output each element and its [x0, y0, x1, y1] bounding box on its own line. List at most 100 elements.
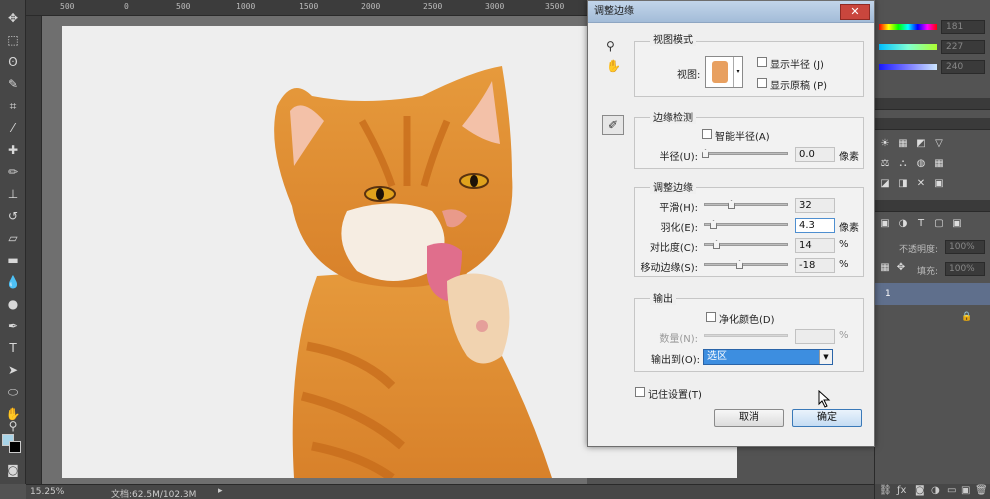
background-color-swatch[interactable]	[9, 441, 21, 453]
quick-select-tool-icon[interactable]: ✎	[4, 76, 22, 92]
eraser-tool-icon[interactable]: ▱	[4, 230, 22, 246]
zoom-level[interactable]: 15.25%	[30, 487, 64, 497]
layer-row-selected[interactable]: 1	[875, 283, 990, 305]
move-tool-icon[interactable]: ✥	[4, 10, 22, 26]
threshold-icon[interactable]: ✕	[915, 178, 927, 190]
radius-field[interactable]: 0.0	[795, 147, 835, 162]
right-panels: 181 227 240 ☀ ▦ ◩ ▽ ⚖ ⛬ ◍ ▦ ◪ ◨ ✕ ▣ ▣ ◑ …	[874, 0, 990, 499]
healing-tool-icon[interactable]: ✚	[4, 142, 22, 158]
ruler-tick: 2500	[423, 2, 443, 11]
chevron-down-icon[interactable]: ▾	[733, 57, 742, 87]
trash-icon[interactable]: 🗑	[975, 485, 988, 496]
layers-panel-header[interactable]	[875, 200, 990, 212]
panel-tab-bar[interactable]	[875, 118, 990, 130]
layer-filter-smart-icon[interactable]: ▣	[951, 218, 963, 230]
smooth-slider-track[interactable]	[704, 203, 788, 206]
channel-mixer-icon[interactable]: ◍	[915, 158, 927, 170]
quick-mask-icon[interactable]: ◙	[4, 462, 22, 478]
lock-icon: 🔒	[961, 312, 973, 322]
output-to-label: 输出到(O):	[650, 355, 700, 366]
levels-icon[interactable]: ▦	[897, 138, 909, 150]
exposure-icon[interactable]: ▽	[933, 138, 945, 150]
remember-settings-checkbox[interactable]	[635, 387, 645, 397]
shift-edge-label: 移动边缘(S):	[640, 263, 698, 274]
mask-icon[interactable]: ◙	[915, 485, 925, 496]
group-icon[interactable]: ▭	[947, 485, 956, 496]
zoom-icon[interactable]: ⚲	[606, 39, 615, 53]
close-button[interactable]: ✕	[840, 4, 870, 20]
lock-transparent-icon[interactable]: ▦	[879, 262, 891, 274]
crop-tool-icon[interactable]: ⌗	[4, 98, 22, 114]
brightness-icon[interactable]: ☀	[879, 138, 891, 150]
smooth-field[interactable]: 32	[795, 198, 835, 213]
color-slider-row[interactable]: 240	[875, 60, 990, 74]
color-slider-bar[interactable]	[879, 44, 937, 50]
blur-tool-icon[interactable]: 💧	[4, 274, 22, 290]
type-tool-icon[interactable]: T	[4, 340, 22, 356]
shift-edge-slider-track[interactable]	[704, 263, 788, 266]
zoom-tool-icon[interactable]: ⚲	[4, 418, 22, 434]
panel-tab-bar[interactable]	[875, 98, 990, 110]
fx-icon[interactable]: ƒx	[897, 485, 906, 496]
lasso-tool-icon[interactable]: ʘ	[4, 54, 22, 70]
history-brush-tool-icon[interactable]: ↺	[4, 208, 22, 224]
radius-unit: 像素	[839, 152, 859, 163]
marquee-tool-icon[interactable]: ⬚	[4, 32, 22, 48]
path-select-tool-icon[interactable]: ➤	[4, 362, 22, 378]
color-lookup-icon[interactable]: ▦	[933, 158, 945, 170]
view-thumbnail[interactable]: ▾	[705, 56, 743, 88]
color-slider-bar[interactable]	[879, 64, 937, 70]
radius-slider-track[interactable]	[704, 152, 788, 155]
shape-tool-icon[interactable]: ⬭	[4, 384, 22, 400]
layer-filter-icon[interactable]: ▣	[879, 218, 891, 230]
link-layers-icon[interactable]: ⛓	[879, 485, 892, 496]
refine-radius-tool-icon[interactable]: ✐	[602, 115, 624, 135]
shift-edge-field[interactable]: -18	[795, 258, 835, 273]
invert-icon[interactable]: ◪	[879, 178, 891, 190]
chevron-down-icon[interactable]: ▼	[819, 350, 832, 364]
feather-label: 羽化(E):	[660, 223, 699, 234]
adjustment-icon[interactable]: ◑	[931, 485, 940, 496]
show-radius-checkbox[interactable]	[757, 57, 767, 67]
layer-row-background[interactable]: 🔒	[875, 306, 990, 328]
layer-filter-type-icon[interactable]: T	[915, 218, 927, 230]
dodge-tool-icon[interactable]: ●	[4, 296, 22, 312]
show-original-checkbox[interactable]	[757, 78, 767, 88]
color-value-field[interactable]: 240	[941, 60, 985, 74]
color-slider-row[interactable]: 181	[875, 20, 990, 34]
ruler-tick: 500	[176, 2, 191, 11]
gradient-tool-icon[interactable]: ▬	[4, 252, 22, 268]
ruler-tick: 1500	[299, 2, 319, 11]
curves-icon[interactable]: ◩	[915, 138, 927, 150]
new-layer-icon[interactable]: ▣	[961, 485, 970, 496]
selective-color-icon[interactable]: ▣	[933, 178, 945, 190]
layer-filter-shape-icon[interactable]: ▢	[933, 218, 945, 230]
smart-radius-checkbox[interactable]	[702, 129, 712, 139]
top-ruler: 500 0 500 1000 1500 2000 2500 3000 3500 …	[26, 0, 616, 16]
vibrance-icon[interactable]: ⚖	[879, 158, 891, 170]
status-menu-arrow-icon[interactable]: ▸	[218, 486, 223, 496]
hand-icon[interactable]: ✋	[606, 59, 621, 73]
cancel-button[interactable]: 取消	[714, 409, 784, 427]
decontaminate-checkbox[interactable]	[706, 312, 716, 322]
stamp-tool-icon[interactable]: ⊥	[4, 186, 22, 202]
color-slider-bar[interactable]	[879, 24, 937, 30]
color-slider-row[interactable]: 227	[875, 40, 990, 54]
contrast-field[interactable]: 14	[795, 238, 835, 253]
smart-radius-label: 智能半径(A)	[715, 132, 770, 143]
output-to-select[interactable]: 选区	[703, 349, 833, 365]
layer-filter-adjust-icon[interactable]: ◑	[897, 218, 909, 230]
color-value-field[interactable]: 181	[941, 20, 985, 34]
dialog-title[interactable]: 调整边缘	[588, 1, 874, 23]
opacity-field[interactable]: 100%	[945, 240, 985, 254]
color-value-field[interactable]: 227	[941, 40, 985, 54]
feather-field[interactable]: 4.3	[795, 218, 835, 233]
ok-button[interactable]: 确定	[792, 409, 862, 427]
brush-tool-icon[interactable]: ✏	[4, 164, 22, 180]
pen-tool-icon[interactable]: ✒	[4, 318, 22, 334]
eyedropper-tool-icon[interactable]: ⁄	[4, 120, 22, 136]
posterize-icon[interactable]: ◨	[897, 178, 909, 190]
fill-field[interactable]: 100%	[945, 262, 985, 276]
lock-move-icon[interactable]: ✥	[895, 262, 907, 274]
color-balance-icon[interactable]: ⛬	[897, 158, 909, 170]
